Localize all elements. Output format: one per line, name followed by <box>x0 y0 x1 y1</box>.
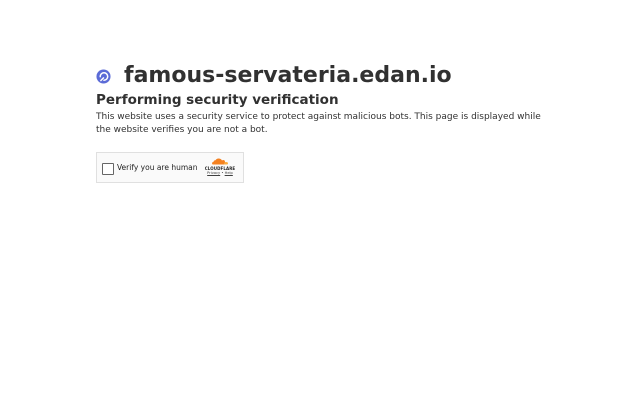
verify-checkbox-label[interactable]: Verify you are human <box>117 163 198 173</box>
page-title: Performing security verification <box>96 92 339 108</box>
globe-check-icon <box>96 68 111 84</box>
verify-checkbox[interactable] <box>102 163 114 175</box>
brand-links: Privacy • Help <box>201 171 239 176</box>
cloudflare-branding: CLOUDFLARE Privacy • Help <box>201 156 239 176</box>
verification-widget: Verify you are human CLOUDFLARE Privacy … <box>96 152 244 183</box>
site-header: famous-servateria.edan.io <box>96 62 452 90</box>
page: famous-servateria.edan.io Performing sec… <box>0 0 640 400</box>
help-link[interactable]: Help <box>225 171 233 175</box>
privacy-link[interactable]: Privacy <box>207 171 220 175</box>
link-separator: • <box>221 171 224 175</box>
cloudflare-cloud-icon <box>212 158 228 165</box>
page-description: This website uses a security service to … <box>96 112 541 135</box>
site-hostname: famous-servateria.edan.io <box>124 63 452 88</box>
